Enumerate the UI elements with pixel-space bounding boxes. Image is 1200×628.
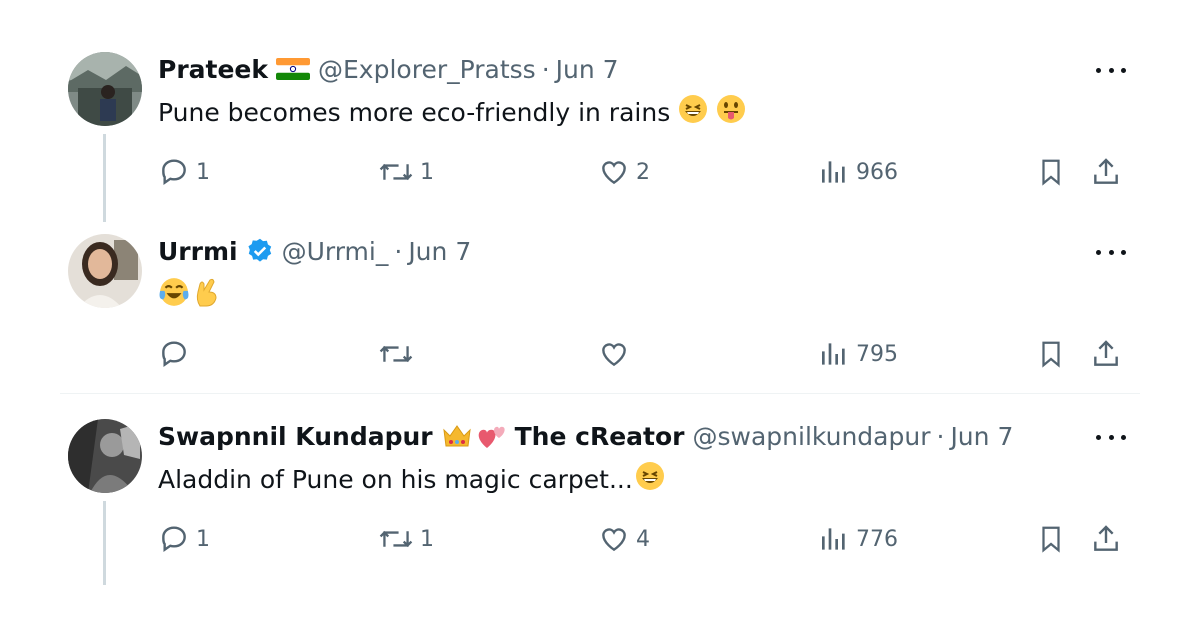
tweet-date[interactable]: Jun 7 <box>950 422 1013 451</box>
reply-count: 1 <box>196 159 210 185</box>
more-options-icon[interactable] <box>1096 427 1126 447</box>
share-button[interactable] <box>1090 152 1122 192</box>
avatar[interactable] <box>68 419 142 493</box>
bookmark-button[interactable] <box>1036 334 1066 374</box>
crown-icon <box>441 422 473 450</box>
separator-dot: · <box>541 54 550 84</box>
bookmark-icon <box>1042 159 1060 186</box>
thread-line <box>103 134 106 222</box>
tweet-2: Urrmi @Urrmi_ · Jun 7 795 <box>60 234 1140 374</box>
reply-count: 1 <box>196 526 210 552</box>
india-flag-icon <box>276 58 311 80</box>
user-handle[interactable]: @Urrmi_ <box>282 237 389 266</box>
share-icon <box>1094 525 1118 551</box>
share-button[interactable] <box>1090 519 1122 559</box>
share-icon <box>1094 158 1118 184</box>
heart-icon <box>602 343 626 367</box>
bookmark-icon <box>1042 526 1060 553</box>
reply-button[interactable]: 1 <box>158 519 210 559</box>
tweet-text <box>158 276 222 314</box>
repost-count: 1 <box>420 526 434 552</box>
grinning-squinting-emoji-icon <box>678 94 708 130</box>
crossed-fingers-emoji-icon <box>192 276 222 314</box>
more-options-icon[interactable] <box>1096 60 1126 80</box>
repost-icon <box>379 163 413 181</box>
bookmark-button[interactable] <box>1036 152 1066 192</box>
two-hearts-icon <box>475 422 507 450</box>
reply-icon <box>162 159 186 185</box>
like-button[interactable]: 2 <box>598 152 650 192</box>
tweet-header: Swapnnil Kundapur The cReator @swapnilku… <box>158 419 1013 453</box>
display-name[interactable]: Prateek <box>158 55 268 84</box>
tears-of-joy-emoji-icon <box>158 276 190 314</box>
bookmark-icon <box>1042 341 1060 368</box>
views-button[interactable]: 966 <box>818 152 898 192</box>
reply-icon <box>162 341 186 367</box>
repost-button[interactable]: 1 <box>378 519 434 559</box>
repost-icon <box>379 345 413 363</box>
separator-dot: · <box>394 236 403 266</box>
analytics-icon <box>822 528 845 550</box>
grinning-squinting-emoji-icon <box>635 461 665 497</box>
tweet-text: Aladdin of Pune on his magic carpet... <box>158 461 665 497</box>
reply-button[interactable] <box>158 334 196 374</box>
tweet-date[interactable]: Jun 7 <box>556 55 619 84</box>
views-button[interactable]: 776 <box>818 519 898 559</box>
tweet-actions: 795 <box>158 334 1138 374</box>
tweet-actions: 1 1 4 776 <box>158 519 1138 559</box>
bookmark-button[interactable] <box>1036 519 1066 559</box>
repost-count: 1 <box>420 159 434 185</box>
reply-icon <box>162 526 186 552</box>
tweet-text-content: Aladdin of Pune on his magic carpet... <box>158 464 633 494</box>
heart-icon <box>602 528 626 552</box>
tweet-3: Swapnnil Kundapur The cReator @swapnilku… <box>60 419 1140 589</box>
divider <box>60 393 1140 394</box>
tweet-header: Prateek @Explorer_Pratss · Jun 7 <box>158 52 619 86</box>
repost-button[interactable] <box>378 334 420 374</box>
tweet-actions: 1 1 2 966 <box>158 152 1138 192</box>
display-name-suffix[interactable]: The cReator <box>515 422 685 451</box>
avatar[interactable] <box>68 234 142 308</box>
views-button[interactable]: 795 <box>818 334 898 374</box>
repost-button[interactable]: 1 <box>378 152 434 192</box>
user-handle[interactable]: @Explorer_Pratss <box>318 55 536 84</box>
reply-button[interactable]: 1 <box>158 152 210 192</box>
tongue-out-emoji-icon <box>716 94 746 130</box>
like-button[interactable] <box>598 334 636 374</box>
tweet-date[interactable]: Jun 7 <box>408 237 471 266</box>
repost-icon <box>379 530 413 548</box>
tweet-header: Urrmi @Urrmi_ · Jun 7 <box>158 234 471 268</box>
analytics-icon <box>822 161 845 183</box>
view-count: 795 <box>856 341 898 367</box>
display-name[interactable]: Swapnnil Kundapur <box>158 422 433 451</box>
share-icon <box>1094 340 1118 366</box>
tweet-text-content: Pune becomes more eco-friendly in rains <box>158 97 671 127</box>
analytics-icon <box>822 343 845 365</box>
avatar[interactable] <box>68 52 142 126</box>
view-count: 966 <box>856 159 898 185</box>
like-count: 4 <box>636 526 650 552</box>
more-options-icon[interactable] <box>1096 242 1126 262</box>
like-count: 2 <box>636 159 650 185</box>
tweet-text: Pune becomes more eco-friendly in rains <box>158 94 746 130</box>
verified-badge-icon <box>246 237 274 265</box>
share-button[interactable] <box>1090 334 1122 374</box>
like-button[interactable]: 4 <box>598 519 650 559</box>
separator-dot: · <box>936 421 945 451</box>
display-name[interactable]: Urrmi <box>158 237 238 266</box>
heart-icon <box>602 161 626 185</box>
thread-line <box>103 501 106 585</box>
user-handle[interactable]: @swapnilkundapur <box>693 422 931 451</box>
tweet-1: Prateek @Explorer_Pratss · Jun 7 Pune be… <box>60 52 1140 222</box>
view-count: 776 <box>856 526 898 552</box>
